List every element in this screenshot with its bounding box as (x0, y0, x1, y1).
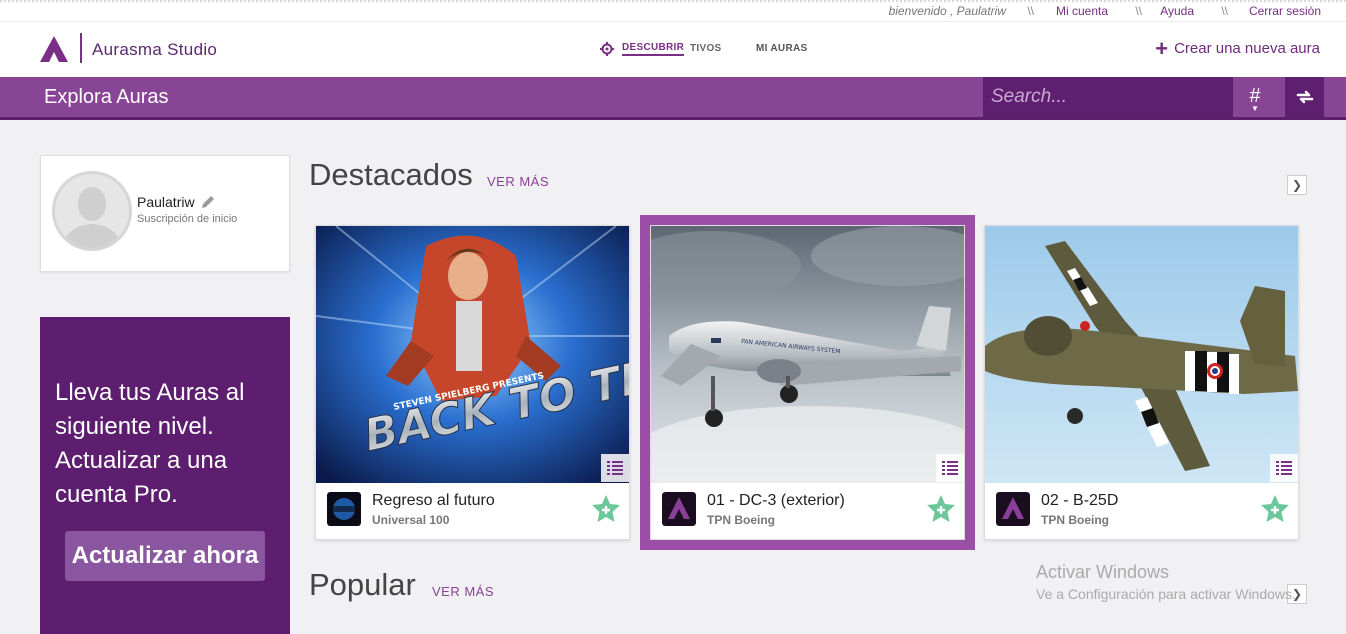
popular-see-more-link[interactable]: VER MÁS (432, 584, 494, 599)
hashtag-filter-button[interactable]: # ▼ (1236, 77, 1274, 117)
separator: \\ (1135, 4, 1142, 18)
b25d-plane-image (985, 226, 1298, 483)
brand-name[interactable]: Aurasma Studio (92, 40, 217, 60)
search-input[interactable] (983, 77, 1233, 117)
list-icon (942, 461, 958, 475)
edit-pencil-icon[interactable] (199, 193, 217, 211)
add-favorite-star-icon[interactable] (1260, 494, 1290, 524)
explore-bar: Explora Auras # ▼ (0, 77, 1346, 120)
watermark-subtitle: Ve a Configuración para activar Windows. (1036, 586, 1296, 602)
caret-down-icon: ▼ (1251, 104, 1259, 113)
greeting-text: bienvenido , Paulatriw (888, 4, 1006, 18)
nav-discover-label: DESCUBRIR (622, 42, 685, 56)
aura-details-button[interactable] (1270, 454, 1298, 482)
top-stripe (0, 0, 1346, 2)
featured-see-more-link[interactable]: VER MÁS (487, 174, 549, 189)
upgrade-panel: Lleva tus Auras al siguiente nivel. Actu… (40, 317, 290, 634)
upgrade-now-button[interactable]: Actualizar ahora (65, 531, 265, 581)
watermark-title: Activar Windows (1036, 562, 1170, 582)
universal-logo-icon (327, 492, 361, 526)
profile-card: Paulatriw Suscripción de inicio (40, 155, 290, 272)
discover-gear-icon (600, 42, 614, 56)
separator: \\ (1027, 4, 1034, 18)
aura-details-button[interactable] (601, 454, 629, 482)
explore-title: Explora Auras (44, 86, 169, 108)
windows-activation-watermark: Activar Windows Ve a Configuración para … (1036, 562, 1296, 602)
subscription-text: Suscripción de inicio (137, 213, 238, 225)
aura-card-image[interactable]: PAN AMERICAN AIRWAYS SYSTEM (651, 226, 964, 483)
aura-card-3[interactable]: 02 - B-25D TPN Boeing (984, 225, 1299, 540)
logout-link[interactable]: Cerrar sesión (1249, 4, 1321, 18)
user-silhouette-icon (63, 187, 121, 248)
featured-title: Destacados (309, 157, 473, 192)
refresh-icon (1296, 90, 1313, 104)
aurasma-logo-icon[interactable] (40, 36, 68, 62)
refresh-button[interactable] (1285, 77, 1324, 117)
create-aura-button[interactable]: + Crear una nueva aura (1155, 35, 1320, 61)
dc3-plane-image: PAN AMERICAN AIRWAYS SYSTEM (651, 226, 964, 483)
movie-poster-image: STEVEN SPIELBERG PRESENTS BACK TO THE FU… (316, 226, 629, 483)
logo-divider (80, 33, 82, 63)
separator: \\ (1221, 4, 1228, 18)
aura-card-2[interactable]: PAN AMERICAN AIRWAYS SYSTEM 01 - DC-3 (e… (640, 215, 975, 550)
featured-next-button[interactable]: ❯ (1287, 175, 1307, 195)
add-favorite-star-icon[interactable] (591, 494, 621, 524)
aura-card-1[interactable]: STEVEN SPIELBERG PRESENTS BACK TO THE FU… (315, 225, 630, 540)
nav-discover[interactable]: DESCUBRIR (600, 42, 685, 56)
my-account-link[interactable]: Mi cuenta (1056, 4, 1108, 18)
nav-my-auras[interactable]: MI AURAS (756, 43, 807, 54)
create-aura-label: Crear una nueva aura (1174, 40, 1320, 57)
aurasma-thumb-logo-icon (996, 492, 1030, 526)
avatar[interactable] (52, 171, 132, 251)
username-text: Paulatriw (137, 194, 195, 210)
help-link[interactable]: Ayuda (1160, 4, 1194, 18)
utility-bar: bienvenido , Paulatriw \\ Mi cuenta \\ A… (0, 0, 1346, 22)
aura-name[interactable]: 01 - DC-3 (exterior) (707, 492, 845, 510)
aura-owner: Universal 100 (372, 513, 450, 527)
chevron-right-icon: ❯ (1291, 178, 1303, 192)
nav-partial-label[interactable]: TIVOS (690, 43, 722, 54)
popular-title: Popular (309, 567, 416, 602)
upgrade-message: Lleva tus Auras al siguiente nivel. Actu… (55, 379, 245, 508)
aura-owner: TPN Boeing (1041, 513, 1109, 527)
aura-owner: TPN Boeing (707, 513, 775, 527)
main-header: Aurasma Studio DESCUBRIR TIVOS MI AURAS … (0, 22, 1346, 77)
aura-details-button[interactable] (936, 454, 964, 482)
profile-username: Paulatriw (137, 193, 217, 211)
list-icon (607, 461, 623, 475)
aura-name[interactable]: Regreso al futuro (372, 492, 495, 510)
add-favorite-star-icon[interactable] (926, 494, 956, 524)
aura-card-image[interactable]: STEVEN SPIELBERG PRESENTS BACK TO THE FU… (316, 226, 629, 483)
aurasma-thumb-logo-icon (662, 492, 696, 526)
aura-card-image[interactable] (985, 226, 1298, 483)
list-icon (1276, 461, 1292, 475)
plus-icon: + (1155, 35, 1169, 61)
aura-name[interactable]: 02 - B-25D (1041, 492, 1118, 510)
